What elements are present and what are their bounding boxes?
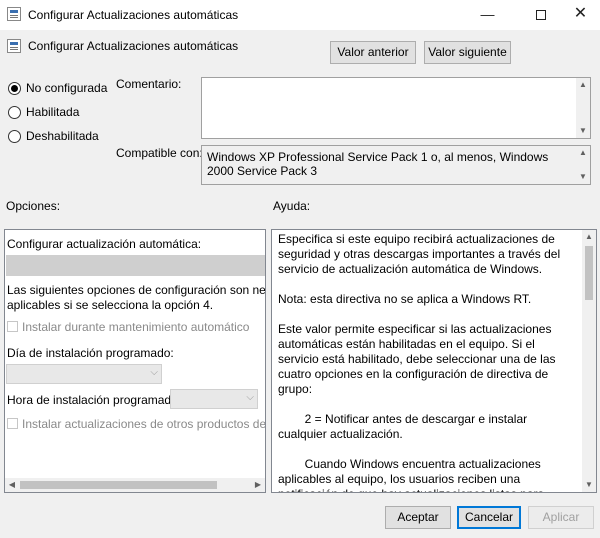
chevron-down-icon: ⌵ (150, 367, 158, 378)
install-maintenance-option[interactable]: Instalar durante mantenimiento automátic… (7, 320, 249, 334)
options-hscrollbar[interactable]: ◀ ▶ (5, 478, 265, 492)
comment-field[interactable]: ▲ ▼ (201, 77, 591, 139)
install-day-label: Día de instalación programado: (7, 346, 174, 360)
scroll-up-icon[interactable]: ▲ (576, 146, 590, 160)
radio-label: Deshabilitada (26, 129, 99, 143)
install-time-select[interactable]: ⌵ (170, 389, 258, 409)
next-setting-button[interactable]: Valor siguiente (424, 41, 511, 64)
install-maintenance-label: Instalar durante mantenimiento automátic… (22, 320, 250, 334)
help-label: Ayuda: (273, 199, 311, 213)
apply-button[interactable]: Aplicar (528, 506, 594, 529)
window-title: Configurar Actualizaciones automáticas (28, 8, 239, 22)
scroll-thumb[interactable] (585, 246, 593, 300)
scroll-up-icon[interactable]: ▲ (582, 230, 596, 244)
scroll-up-icon[interactable]: ▲ (576, 78, 590, 92)
install-maintenance-checkbox[interactable] (7, 321, 18, 332)
policy-icon (7, 39, 21, 53)
comment-label: Comentario: (116, 77, 182, 91)
radio-label: No configurada (26, 81, 108, 95)
cancel-button[interactable]: Cancelar (457, 506, 521, 529)
policy-title: Configurar Actualizaciones automáticas (28, 39, 239, 53)
minimize-button[interactable]: — (465, 0, 510, 30)
policy-icon (7, 7, 21, 21)
radio-not-configured[interactable]: No configurada (8, 80, 107, 96)
radio-disabled[interactable]: Deshabilitada (8, 128, 99, 144)
help-paragraph: 2 = Notificar antes de descargar e insta… (278, 412, 531, 441)
chevron-down-icon: ⌵ (246, 392, 254, 403)
help-text: Especifica si este equipo recibirá actua… (278, 232, 578, 492)
scroll-down-icon[interactable]: ▼ (576, 170, 590, 184)
options-panel: Configurar actualización automática: Las… (4, 229, 266, 493)
install-other-label: Instalar actualizaciones de otros produc… (22, 417, 266, 431)
scroll-down-icon[interactable]: ▼ (576, 124, 590, 138)
scroll-right-icon[interactable]: ▶ (251, 478, 265, 492)
compatible-text: Windows XP Professional Service Pack 1 o… (207, 150, 549, 178)
comment-scrollbar[interactable]: ▲ ▼ (576, 78, 590, 138)
options-description-line2: aplicables si se selecciona la opción 4. (7, 298, 214, 312)
compatible-label: Compatible con: (116, 146, 203, 160)
compatible-scrollbar[interactable]: ▲ ▼ (576, 146, 590, 184)
previous-setting-button[interactable]: Valor anterior (330, 41, 416, 64)
configure-update-combo[interactable] (6, 255, 265, 276)
radio-label: Habilitada (26, 105, 80, 119)
install-day-select[interactable]: ⌵ (6, 364, 162, 384)
install-other-option[interactable]: Instalar actualizaciones de otros produc… (7, 417, 266, 431)
radio-enabled[interactable]: Habilitada (8, 104, 79, 120)
help-scrollbar[interactable]: ▲ ▼ (582, 230, 596, 492)
radio-button[interactable] (8, 129, 21, 143)
install-time-label: Hora de instalación programada: (7, 393, 182, 407)
close-button[interactable]: ✕ (558, 0, 600, 30)
scroll-left-icon[interactable]: ◀ (5, 478, 19, 492)
help-paragraph: Este valor permite especificar si las ac… (278, 322, 559, 396)
maximize-icon (535, 10, 546, 20)
options-label: Opciones: (6, 199, 61, 213)
help-paragraph: Cuando Windows encuentra actualizaciones… (278, 457, 544, 492)
radio-button[interactable] (8, 105, 21, 119)
configure-update-label: Configurar actualización automática: (7, 237, 202, 251)
options-description-line1: Las siguientes opciones de configuración… (7, 283, 266, 297)
accept-button[interactable]: Aceptar (385, 506, 451, 529)
install-other-checkbox[interactable] (7, 418, 18, 429)
scroll-down-icon[interactable]: ▼ (582, 478, 596, 492)
compatible-field: Windows XP Professional Service Pack 1 o… (201, 145, 591, 185)
scroll-thumb[interactable] (20, 481, 217, 489)
maximize-button[interactable] (518, 0, 563, 30)
help-paragraph: Especifica si este equipo recibirá actua… (278, 232, 564, 276)
radio-button[interactable] (8, 81, 21, 95)
title-bar: Configurar Actualizaciones automáticas —… (0, 0, 600, 30)
help-paragraph: Nota: esta directiva no se aplica a Wind… (278, 292, 532, 306)
help-panel: Especifica si este equipo recibirá actua… (271, 229, 597, 493)
